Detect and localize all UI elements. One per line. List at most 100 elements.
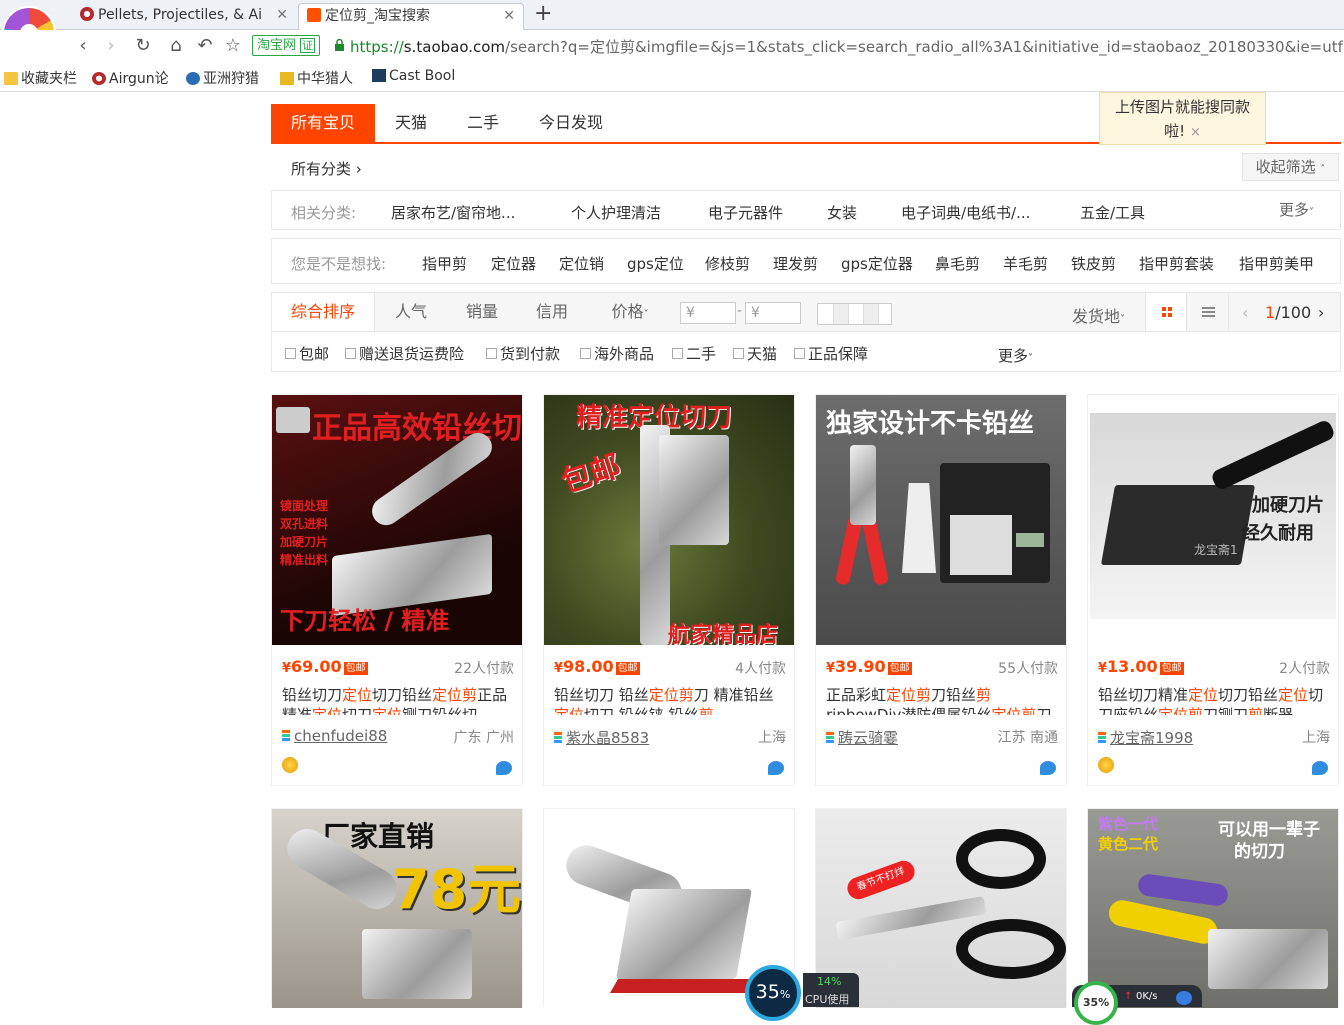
product-image[interactable]: 精准定位切刀 包邮 航家精品店	[544, 395, 794, 645]
cpu-monitor-widget[interactable]: 14% CPU使用 35%	[745, 965, 859, 1021]
bookmark-asia-hunting[interactable]: 亚洲狩猎	[186, 68, 259, 88]
suggest-item[interactable]: 定位器	[491, 253, 536, 274]
close-icon[interactable]: ×	[1190, 125, 1201, 140]
product-image[interactable]: 独家设计不卡铅丝	[816, 395, 1066, 645]
filter-free-shipping[interactable]: 包邮	[285, 343, 329, 364]
related-item[interactable]: 女装	[827, 202, 857, 223]
tab-tmall[interactable]: 天猫	[375, 104, 447, 142]
china-hunter-icon	[280, 72, 294, 85]
product-card[interactable]: 加硬刀片 经久耐用 龙宝斋1 ¥13.00 包邮 2人付款 铅丝切刀精准定位切刀铅…	[1087, 394, 1339, 786]
filter-more-button[interactable]: 更多˅	[998, 345, 1033, 366]
wangwang-chat-icon[interactable]	[768, 761, 784, 775]
suggest-item[interactable]: 鼻毛剪	[935, 253, 980, 274]
price-max-input[interactable]: ¥	[745, 302, 801, 324]
filter-genuine[interactable]: 正品保障	[794, 343, 868, 364]
title-highlight: 定位	[342, 686, 373, 704]
sort-price[interactable]: 价格˅	[587, 293, 673, 331]
shop-link[interactable]: 踌云骑霎	[826, 727, 898, 748]
grid-view-icon[interactable]	[1145, 293, 1187, 331]
product-image[interactable]: 正品高效铅丝切刀 镜面处理 双孔进料 加硬刀片 精准出料 下刀轻松 / 精准	[272, 395, 522, 645]
close-tab-icon[interactable]: ✕	[273, 3, 288, 28]
related-item[interactable]: 电子元器件	[708, 202, 783, 223]
product-card[interactable]: 独家设计不卡铅丝 ¥39.90 包邮 55人付款 正品彩虹定位剪刀铅丝剪ripbo…	[815, 394, 1067, 786]
new-tab-button[interactable]: +	[534, 2, 552, 26]
site-verified-badge[interactable]: 淘宝网 证	[252, 35, 321, 56]
collapse-filter-button[interactable]: 收起筛选 ˄	[1242, 153, 1339, 181]
sort-credit[interactable]: 信用	[517, 293, 587, 331]
browser-tab-active[interactable]: 定位剪_淘宝搜索 ✕	[298, 3, 524, 30]
related-item[interactable]: 个人护理清洁	[571, 202, 661, 223]
related-item[interactable]: 居家布艺/窗帘地...	[391, 202, 515, 223]
star-icon[interactable]: ☆	[222, 34, 244, 58]
wangwang-chat-icon[interactable]	[1040, 761, 1056, 775]
product-title[interactable]: 铅丝切刀 铅丝定位剪刀 精准铅丝定位切刀 铅丝铗 铅丝剪	[554, 685, 786, 715]
list-view-icon[interactable]	[1187, 293, 1229, 331]
filter-overseas[interactable]: 海外商品	[580, 343, 654, 364]
product-card[interactable]: 正品高效铅丝切刀 镜面处理 双孔进料 加硬刀片 精准出料 下刀轻松 / 精准 ¥…	[271, 394, 523, 786]
suggest-item[interactable]: 指甲剪	[422, 253, 467, 274]
sort-popularity[interactable]: 人气	[375, 293, 447, 331]
close-tab-icon[interactable]: ✕	[503, 4, 515, 29]
browser-tab[interactable]: Pellets, Projectiles, & Ai ✕	[72, 3, 296, 30]
product-card[interactable]: 紫色一代 黄色二代 可以用一辈子 的切刀	[1087, 808, 1339, 1008]
prev-page-icon[interactable]: ‹	[1242, 303, 1248, 322]
related-item[interactable]: 五金/工具	[1080, 202, 1145, 223]
tab-secondhand[interactable]: 二手	[447, 104, 519, 142]
product-title[interactable]: 正品彩虹定位剪刀铅丝剪ripbowDiy潜防偎属铅丝定位剪刀	[826, 685, 1058, 715]
bookmark-cast-bool[interactable]: Cast Bool	[372, 68, 455, 84]
related-item[interactable]: 电子词典/电纸书/...	[901, 202, 1030, 223]
filter-tmall[interactable]: 天猫	[733, 343, 777, 364]
product-card[interactable]: 精准定位切刀 包邮 航家精品店 ¥98.00 包邮 4人付款 铅丝切刀 铅丝定位剪…	[543, 394, 795, 786]
shop-link[interactable]: 紫水晶8583	[554, 727, 649, 748]
price-min-input[interactable]: ¥	[680, 302, 736, 324]
product-image[interactable]: 加硬刀片 经久耐用 龙宝斋1	[1088, 395, 1338, 645]
url-text[interactable]: https://s.taobao.com/search?q=定位剪&imgfil…	[350, 36, 1344, 57]
suggest-item[interactable]: 理发剪	[773, 253, 818, 274]
bookmark-airgun[interactable]: Airgun论	[92, 68, 169, 88]
reload-icon[interactable]: ↻	[132, 34, 154, 58]
filter-return-insurance[interactable]: 赠送退货运费险	[345, 343, 464, 364]
address-bar[interactable]: 淘宝网 证 https://s.taobao.com/search?q=定位剪&…	[250, 33, 1344, 59]
shop-link[interactable]: 龙宝斋1998	[1098, 727, 1193, 748]
product-card[interactable]: 厂家直销 78元	[271, 808, 523, 1008]
filter-secondhand[interactable]: 二手	[672, 343, 716, 364]
suggest-item[interactable]: 羊毛剪	[1003, 253, 1048, 274]
related-more-button[interactable]: 更多˅	[1279, 199, 1314, 220]
suggest-item[interactable]: 指甲剪美甲	[1239, 253, 1314, 274]
product-title[interactable]: 铅丝切刀精准定位切刀铅丝定位切刀座铅丝定位剪刀铡刀剪断器	[1098, 685, 1330, 715]
suggest-item[interactable]: gps定位	[627, 253, 684, 274]
wangwang-chat-icon[interactable]	[1312, 761, 1328, 775]
product-title[interactable]: 铅丝切刀定位切刀铅丝定位剪正品精准定位切刀定位铡刀铅丝切	[282, 685, 514, 715]
undo-icon[interactable]: ↶	[194, 34, 216, 58]
tab-title: Pellets, Projectiles, & Ai	[98, 7, 262, 23]
product-image[interactable]: 厂家直销 78元	[272, 809, 522, 1008]
tab-all-items[interactable]: 所有宝贝	[271, 104, 375, 142]
bookmark-favorites[interactable]: 收藏夹栏	[4, 68, 77, 88]
image-text: 独家设计不卡铅丝	[826, 409, 1035, 439]
ship-from-dropdown[interactable]: 发货地˅	[1072, 303, 1125, 327]
home-icon[interactable]: ⌂	[165, 34, 187, 58]
tab-today[interactable]: 今日发现	[523, 104, 619, 142]
product-image[interactable]: 紫色一代 黄色二代 可以用一辈子 的切刀	[1088, 809, 1338, 1008]
red-pliers-picture	[834, 445, 892, 586]
back-icon[interactable]: ‹	[72, 34, 94, 58]
shop-location: 江苏 南通	[997, 730, 1058, 746]
shop-link[interactable]: chenfudei88	[282, 727, 387, 745]
filter-cod[interactable]: 货到付款	[486, 343, 560, 364]
price-range-slider[interactable]	[817, 303, 892, 325]
title-segment: 刀铡刀	[1203, 706, 1249, 715]
suggest-item[interactable]: 定位销	[559, 253, 604, 274]
cutter-body-picture	[616, 889, 752, 979]
wangwang-chat-icon[interactable]	[496, 761, 512, 775]
suggest-item[interactable]: 铁皮剪	[1071, 253, 1116, 274]
next-page-icon[interactable]: ›	[1318, 303, 1324, 322]
sort-sales[interactable]: 销量	[447, 293, 517, 331]
suggest-item[interactable]: 指甲剪套装	[1139, 253, 1214, 274]
sort-default[interactable]: 综合排序	[272, 293, 375, 331]
suggest-item[interactable]: 修枝剪	[705, 253, 750, 274]
bookmark-china-hunter[interactable]: 中华猎人	[280, 68, 353, 88]
all-categories-link[interactable]: 所有分类 ›	[291, 158, 362, 179]
forward-icon[interactable]: ›	[100, 34, 122, 58]
suggest-item[interactable]: gps定位器	[841, 253, 913, 274]
network-monitor-widget[interactable]: 35% 0K/s ↑	[1072, 981, 1202, 1025]
